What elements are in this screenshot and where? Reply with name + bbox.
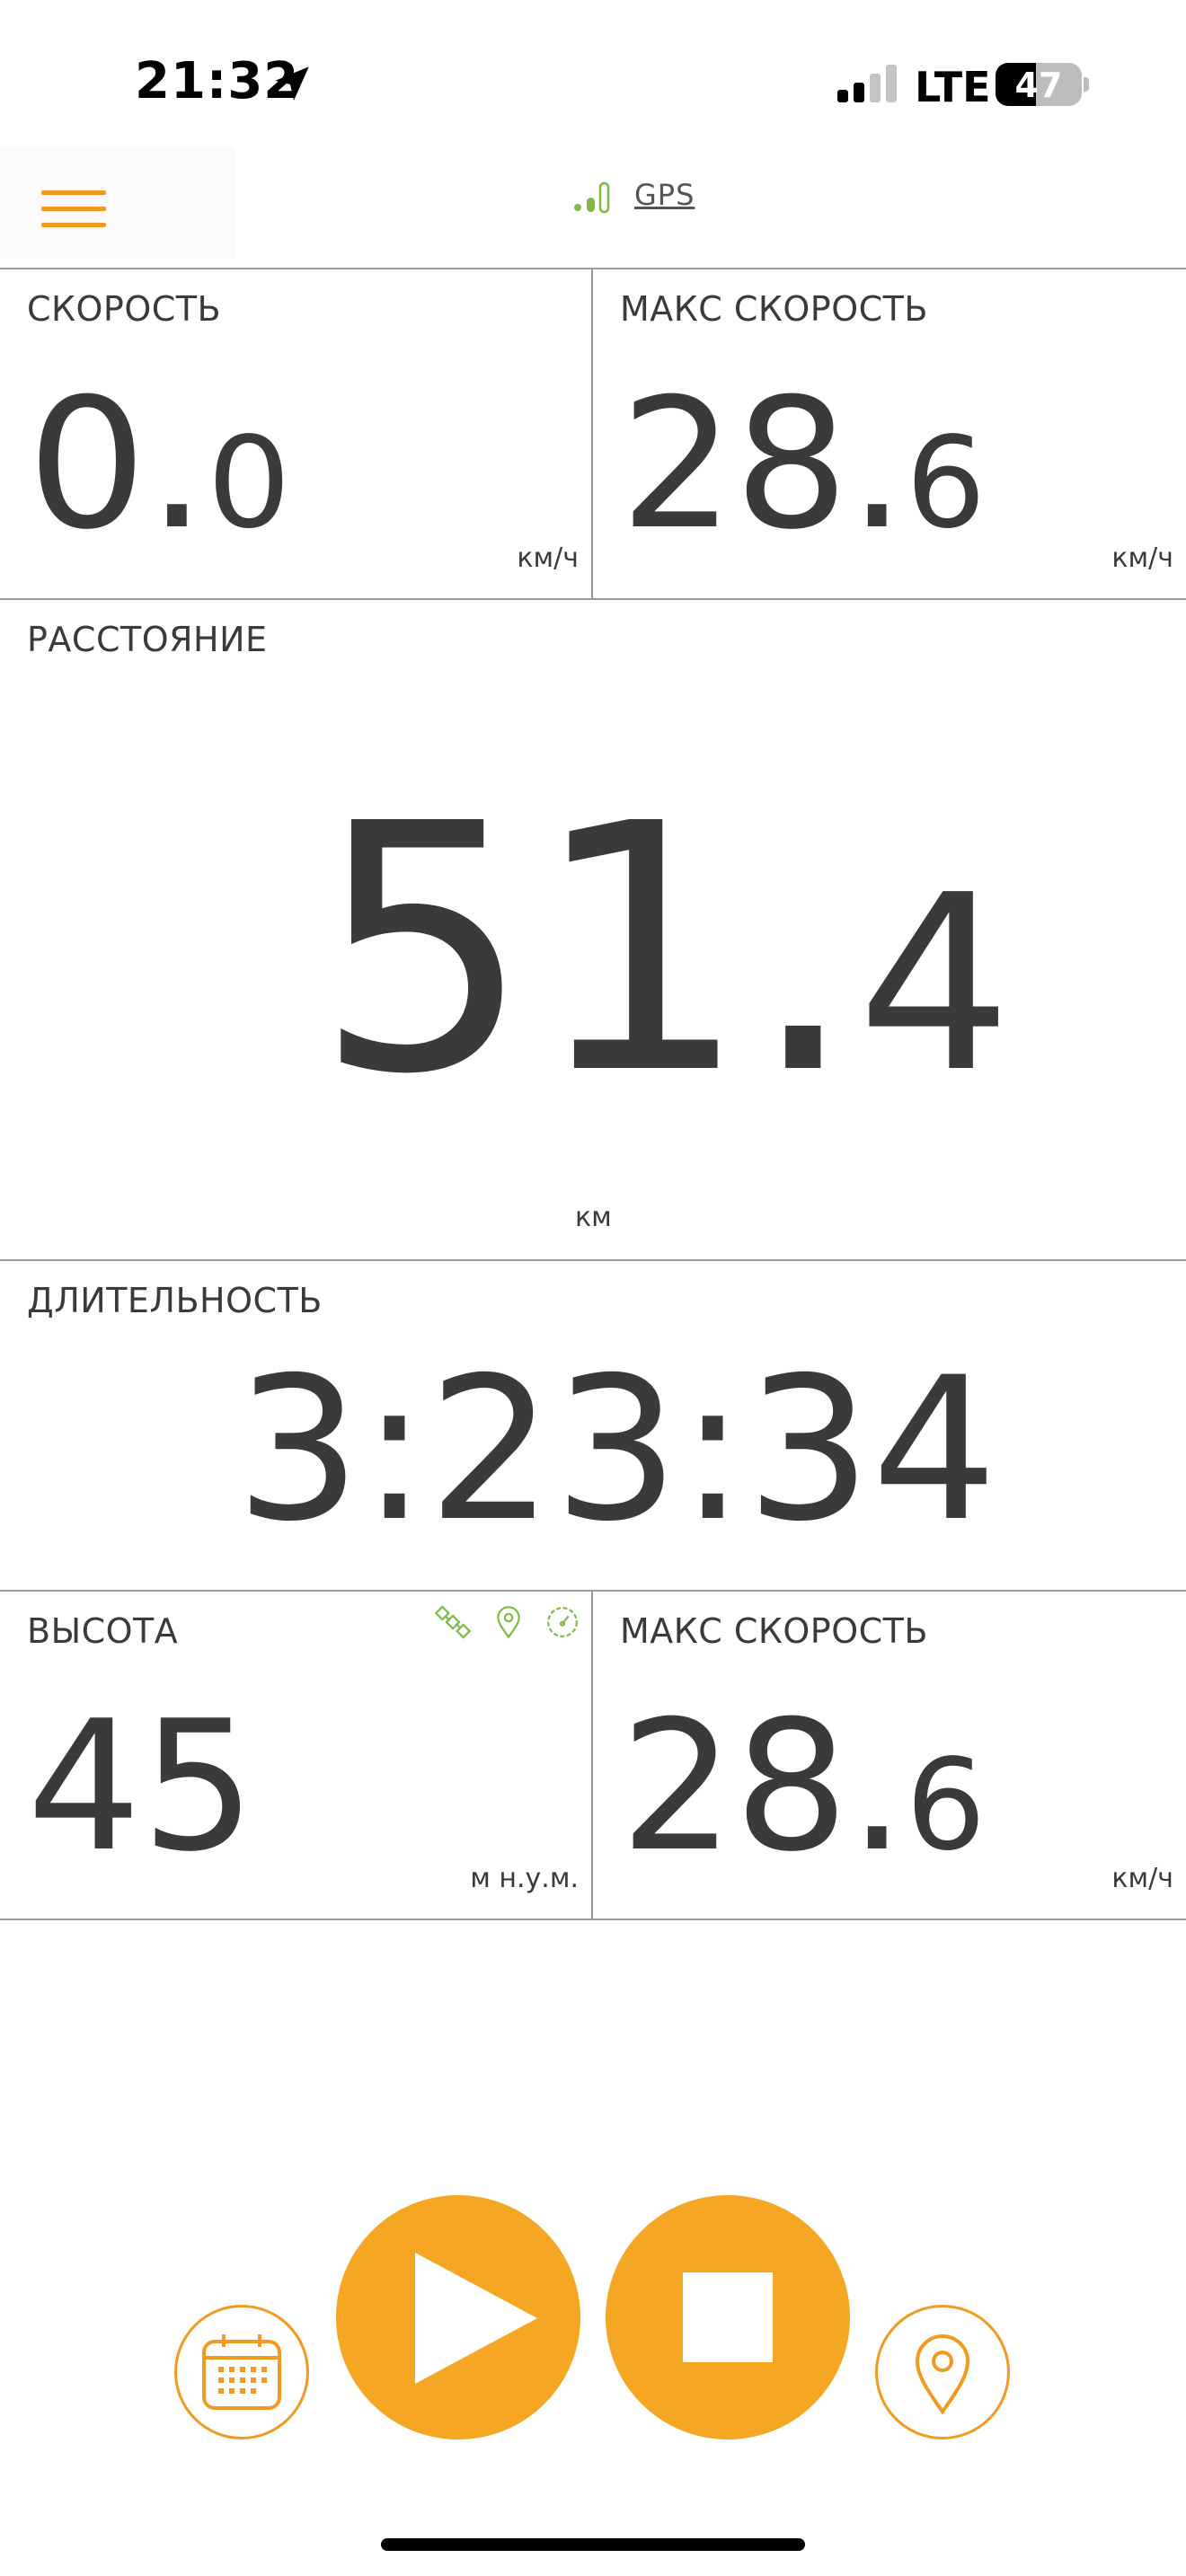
hamburger-icon-line bbox=[41, 223, 106, 227]
speed-unit: км/ч bbox=[517, 543, 579, 574]
max-speed-tile[interactable]: МАКС СКОРОСТЬ 28.6 км/ч bbox=[593, 269, 1186, 598]
distance-tile[interactable]: РАССТОЯНИЕ 51.4 км bbox=[0, 600, 1186, 1259]
home-indicator bbox=[381, 2538, 805, 2551]
distance-value: 51.4 bbox=[314, 780, 1012, 1155]
max-speed-unit: км/ч bbox=[1111, 543, 1173, 574]
history-calendar-button[interactable] bbox=[174, 2305, 309, 2439]
stop-button[interactable] bbox=[606, 2195, 850, 2439]
network-type: LTE bbox=[915, 63, 991, 111]
location-pin-icon bbox=[915, 2334, 970, 2415]
stop-icon bbox=[683, 2272, 773, 2362]
altitude-value: 45 bbox=[27, 1682, 256, 1892]
battery-tip bbox=[1084, 77, 1089, 92]
speedometer-icon bbox=[547, 1607, 578, 1637]
distance-label: РАССТОЯНИЕ bbox=[27, 620, 268, 659]
max-speed-value: 28.6 bbox=[620, 1698, 986, 1896]
max-speed-tile-bottom[interactable]: МАКС СКОРОСТЬ 28.6 км/ч bbox=[593, 1592, 1186, 1919]
menu-button[interactable] bbox=[0, 146, 235, 259]
altitude-unit: м н.у.м. bbox=[470, 1863, 579, 1894]
location-button[interactable] bbox=[875, 2305, 1010, 2439]
divider bbox=[0, 1919, 1186, 1920]
max-speed-label: МАКС СКОРОСТЬ bbox=[620, 289, 928, 329]
battery-percent: 47 bbox=[1014, 66, 1063, 105]
speed-label: СКОРОСТЬ bbox=[27, 289, 222, 329]
calendar-icon bbox=[202, 2334, 281, 2410]
distance-value-int: 51. bbox=[314, 751, 858, 1149]
duration-tile[interactable]: ДЛИТЕЛЬНОСТЬ 3:23:34 bbox=[0, 1261, 1186, 1590]
max-speed-value-dec: 6 bbox=[906, 1733, 987, 1879]
max-speed-value-dec: 6 bbox=[906, 410, 987, 557]
speed-value-dec: 0 bbox=[207, 410, 291, 557]
battery-icon: 47 bbox=[996, 63, 1082, 106]
altitude-label: ВЫСОТА bbox=[27, 1611, 179, 1651]
hamburger-icon bbox=[41, 190, 106, 195]
cellular-signal-icon bbox=[837, 65, 897, 102]
speed-value-int: 0 bbox=[27, 360, 147, 569]
speed-tile[interactable]: СКОРОСТЬ 0.0 км/ч bbox=[0, 269, 591, 598]
gps-status-link[interactable]: GPS bbox=[634, 178, 695, 212]
altitude-tile[interactable]: ВЫСОТА 45 м н.у.м. bbox=[0, 1592, 591, 1919]
max-speed-unit: км/ч bbox=[1111, 1863, 1173, 1894]
map-pin-icon bbox=[497, 1606, 520, 1639]
distance-value-dec: 4 bbox=[857, 842, 1013, 1125]
satellite-icon bbox=[435, 1605, 471, 1639]
duration-label: ДЛИТЕЛЬНОСТЬ bbox=[27, 1281, 323, 1320]
max-speed-label: МАКС СКОРОСТЬ bbox=[620, 1611, 928, 1651]
play-icon bbox=[415, 2253, 537, 2384]
duration-value: 3:23:34 bbox=[235, 1335, 998, 1565]
max-speed-value-int: 28. bbox=[620, 360, 907, 569]
speed-value: 0.0 bbox=[27, 360, 291, 569]
gps-signal-icon bbox=[574, 181, 610, 214]
location-arrow-icon bbox=[275, 66, 309, 101]
hamburger-icon-line bbox=[41, 207, 106, 211]
play-button[interactable] bbox=[336, 2195, 580, 2439]
max-speed-value-int: 28. bbox=[620, 1682, 907, 1892]
max-speed-value: 28.6 bbox=[620, 375, 986, 574]
distance-unit: км bbox=[575, 1202, 612, 1233]
